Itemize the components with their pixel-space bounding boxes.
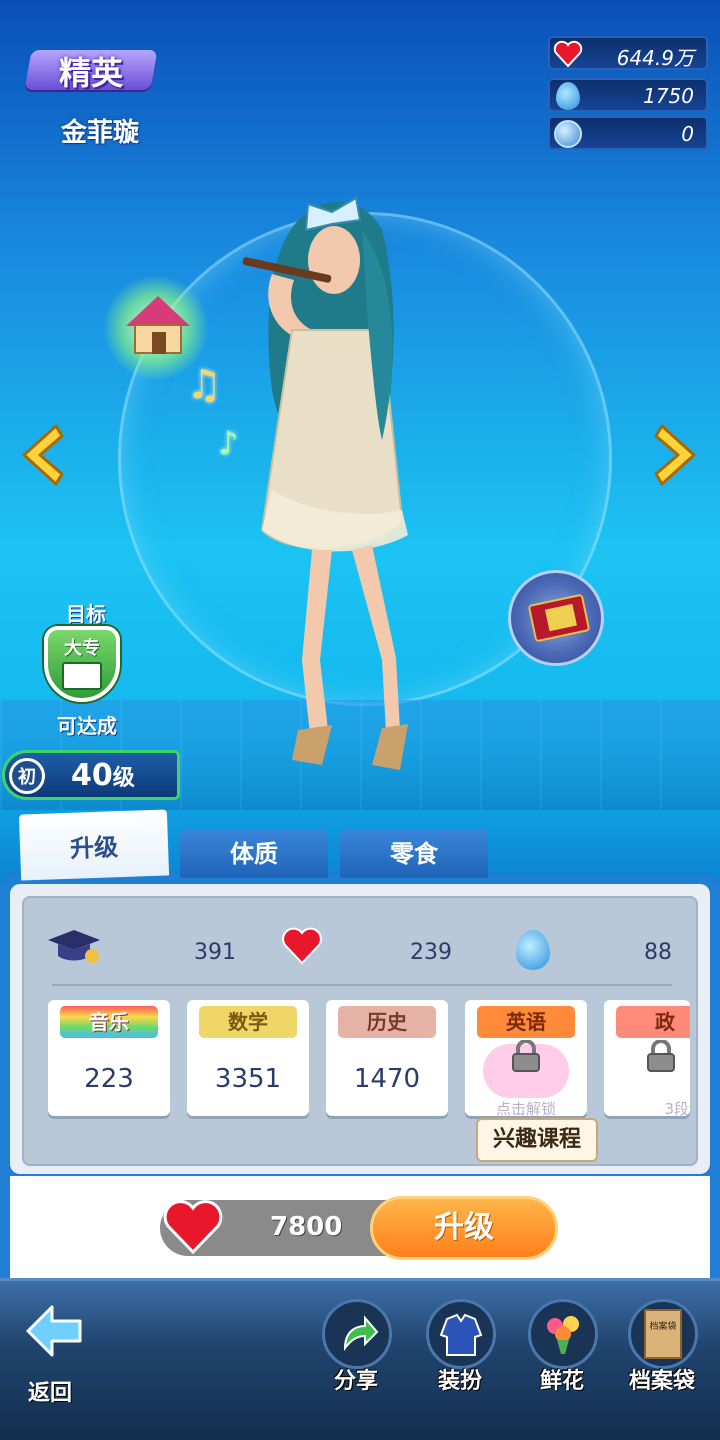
book-button[interactable] [508, 570, 604, 666]
previous-arrow-button[interactable] [16, 420, 66, 490]
book-icon [62, 662, 102, 690]
unlock-hint: 点击解锁 [495, 1100, 556, 1118]
stats-card: 391 239 88 音乐 223 数学 3351 历史 1470 英语 点击解… [22, 896, 698, 1166]
bottom-nav: 返回 分享 装扮 鲜花 档案袋 档案袋 [0, 1278, 720, 1440]
course-card-history[interactable]: 历史 1470 [326, 1000, 448, 1116]
music-note-icon: ♫ [186, 362, 222, 408]
flower-bouquet-icon [528, 1299, 598, 1369]
level-unit: 级 [112, 766, 135, 791]
course-name: 英语 [477, 1006, 575, 1038]
resource-hearts: 644.9万 [548, 36, 708, 70]
level-number: 40 [71, 758, 113, 793]
stat-value: 239 [410, 940, 452, 965]
stat-value: 391 [194, 940, 236, 965]
character-illustration [232, 190, 462, 790]
interest-course-label[interactable]: 兴趣课程 [476, 1118, 598, 1162]
course-name: 数学 [199, 1006, 297, 1038]
heart-icon [163, 1200, 223, 1255]
goal-badge[interactable]: 大专 [44, 626, 120, 702]
goal-badge-text: 大专 [64, 638, 100, 659]
upgrade-cost: 7800 [270, 1212, 343, 1242]
rank-label: 精英 [58, 54, 123, 92]
goal-label: 目标 [66, 602, 106, 626]
heart-icon [282, 927, 322, 965]
panel-content: 391 239 88 音乐 223 数学 3351 历史 1470 英语 点击解… [10, 884, 710, 1174]
course-value: 223 [84, 1064, 134, 1094]
game-screen: 精英 金菲璇 644.9万 1750 0 ♫ ♪ 目标 大专 可达成 初 40级… [0, 0, 720, 1440]
course-card-music[interactable]: 音乐 223 [48, 1000, 170, 1116]
lock-icon [512, 1040, 540, 1072]
archive-label: 档案袋 [628, 1369, 695, 1394]
archive-folder-label: 档案袋 [649, 1322, 677, 1332]
stat-water: 88 [514, 926, 694, 970]
unlock-hint: 3段解 [664, 1100, 690, 1116]
tab-upgrade[interactable]: 升级 [18, 809, 170, 881]
heart-icon [552, 38, 584, 70]
course-name: 政 [616, 1006, 690, 1038]
water-drop-icon [516, 930, 550, 970]
house-icon [126, 296, 190, 358]
course-card-politics[interactable]: 政 3段解 [604, 1000, 690, 1116]
next-arrow-button[interactable] [652, 420, 702, 490]
water-drop-icon [552, 80, 584, 112]
flowers-label: 鲜花 [539, 1369, 584, 1394]
course-value: 1470 [353, 1064, 421, 1094]
archive-button[interactable]: 档案袋 档案袋 [614, 1299, 710, 1399]
rank-banner: 精英 [24, 40, 158, 96]
upgrade-button[interactable]: 升级 [370, 1196, 558, 1260]
goal-status: 可达成 [57, 714, 117, 738]
course-name: 历史 [338, 1006, 436, 1038]
dress-up-button[interactable]: 装扮 [412, 1299, 508, 1399]
grade-badge: 初 [9, 758, 45, 794]
jacket-icon [426, 1299, 496, 1369]
course-card-math[interactable]: 数学 3351 [187, 1000, 309, 1116]
resource-value: 0 [681, 122, 694, 146]
stat-value: 88 [644, 940, 672, 965]
tab-snacks[interactable]: 零食 [340, 830, 488, 878]
student-name: 金菲璇 [60, 118, 139, 148]
divider [52, 984, 672, 986]
level-value: 40级 [71, 758, 135, 793]
level-indicator: 初 40级 [2, 750, 180, 800]
share-icon [322, 1299, 392, 1369]
back-arrow-icon [26, 1305, 82, 1357]
back-button[interactable]: 返回 [12, 1301, 102, 1406]
book-icon [527, 593, 591, 643]
archive-folder-icon: 档案袋 [628, 1299, 698, 1369]
course-value: 3351 [214, 1064, 282, 1094]
stat-hearts: 239 [280, 926, 460, 970]
globe-icon [552, 118, 584, 150]
flowers-button[interactable]: 鲜花 [514, 1299, 610, 1399]
course-card-english[interactable]: 英语 点击解锁 [465, 1000, 587, 1118]
back-label: 返回 [27, 1381, 72, 1406]
resource-water: 1750 [548, 78, 708, 112]
dress-up-label: 装扮 [437, 1369, 482, 1394]
lock-icon [647, 1040, 675, 1072]
tab-physique[interactable]: 体质 [180, 830, 328, 878]
stat-knowledge: 391 [44, 926, 236, 970]
resource-value: 644.9万 [616, 46, 694, 70]
share-button[interactable]: 分享 [308, 1299, 404, 1399]
graduation-cap-icon [48, 930, 100, 963]
resource-value: 1750 [643, 84, 694, 108]
course-name: 音乐 [60, 1006, 158, 1038]
resource-globe: 0 [548, 116, 708, 150]
share-label: 分享 [333, 1369, 378, 1394]
